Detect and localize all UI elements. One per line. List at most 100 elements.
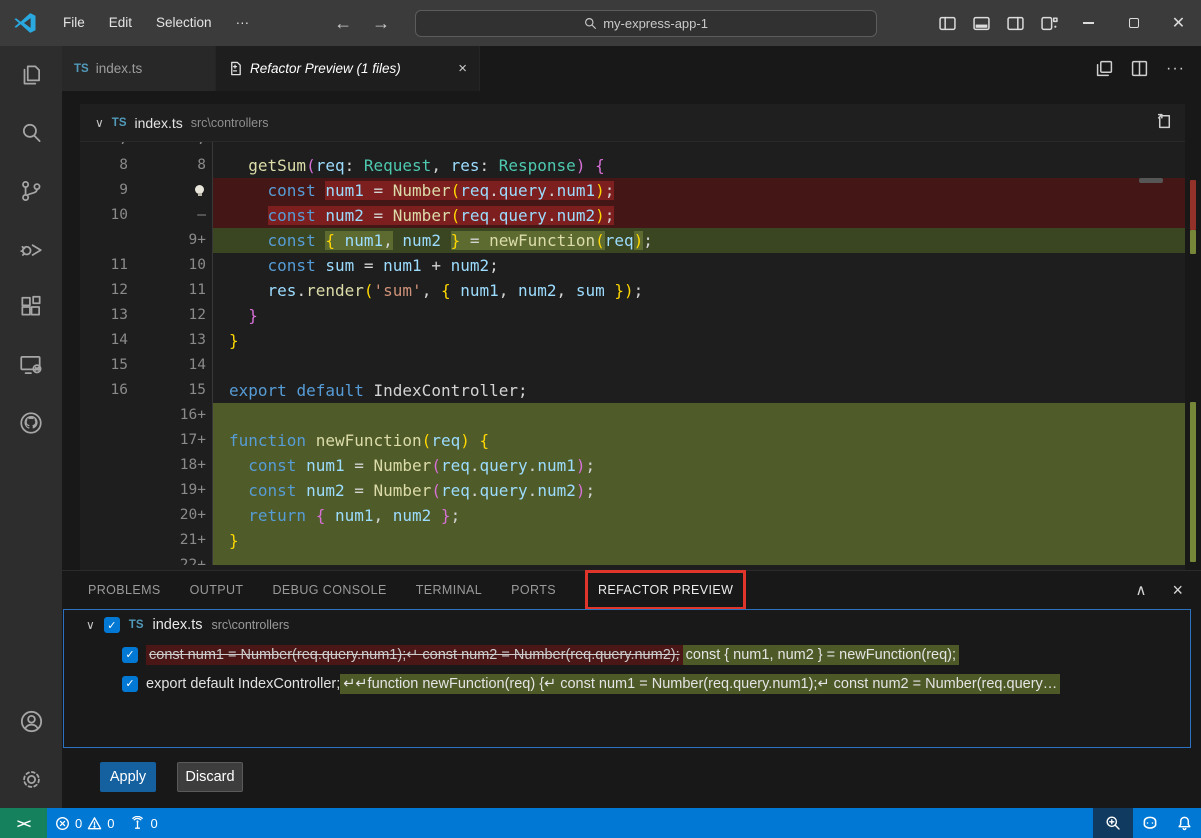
menu-file[interactable]: File (51, 0, 97, 46)
scrollbar-thumb[interactable] (1139, 178, 1163, 183)
activity-bar (0, 46, 62, 808)
maximize-button[interactable] (1111, 0, 1156, 46)
modified-line-number: 22+ (128, 553, 206, 565)
code-line[interactable]: 20+ return { num1, num2 }; (80, 503, 1185, 528)
menu-edit[interactable]: Edit (97, 0, 144, 46)
code-line[interactable]: 1211 res.render('sum', { num1, num2, sum… (80, 278, 1185, 303)
tree-file-row[interactable]: ∨ ✓ TS index.ts src\controllers (64, 610, 1190, 640)
code-line[interactable]: 1312 } (80, 303, 1185, 328)
github-icon[interactable] (0, 394, 62, 452)
diff-file-header[interactable]: ∨ TS index.ts src\controllers (80, 104, 1185, 142)
original-line-number: 13 (80, 303, 128, 328)
apply-button[interactable]: Apply (100, 762, 156, 792)
collapse-chevron-icon[interactable]: ∨ (95, 116, 104, 130)
editor-more-actions-icon[interactable]: ··· (1166, 60, 1185, 78)
search-sidebar-icon[interactable] (0, 104, 62, 162)
editor-tabs: TS index.ts Refactor Preview (1 files) ×… (62, 46, 1201, 91)
modified-line-number: 15 (128, 378, 206, 403)
toggle-secondary-sidebar-icon[interactable] (998, 0, 1032, 46)
customize-layout-icon[interactable] (1032, 0, 1066, 46)
tab-problems[interactable]: PROBLEMS (88, 583, 161, 597)
original-line-number (80, 228, 128, 253)
menu-more[interactable]: ··· (224, 0, 262, 46)
vscode-logo-icon (13, 11, 37, 35)
menu-selection[interactable]: Selection (144, 0, 224, 46)
modified-line-number: 12 (128, 303, 206, 328)
modified-line-number: 9+ (128, 228, 206, 253)
ts-file-icon: TS (74, 63, 89, 75)
original-line-number (80, 478, 128, 503)
copilot-icon[interactable] (1133, 808, 1167, 838)
code-text (212, 142, 1185, 153)
search-icon (584, 17, 597, 30)
modified-line-number: 14 (128, 353, 206, 378)
code-line[interactable]: 10— const num2 = Number(req.query.num2); (80, 203, 1185, 228)
tab-close-icon[interactable]: × (458, 60, 467, 77)
code-line[interactable]: 88 getSum(req: Request, res: Response) { (80, 153, 1185, 178)
remote-indicator[interactable]: >< (0, 808, 47, 838)
code-line[interactable]: 16+ (80, 403, 1185, 428)
discard-button[interactable]: Discard (177, 762, 243, 792)
extensions-icon[interactable] (0, 278, 62, 336)
tab-debug-console[interactable]: DEBUG CONSOLE (272, 583, 386, 597)
code-text: const sum = num1 + num2; (212, 253, 1185, 278)
code-line[interactable]: 1514 (80, 353, 1185, 378)
tab-label: Refactor Preview (1 files) (250, 61, 401, 76)
command-center-search[interactable]: my-express-app-1 (415, 10, 877, 37)
code-line[interactable]: 19+ const num2 = Number(req.query.num2); (80, 478, 1185, 503)
ports-count: 0 (150, 816, 157, 831)
tab-refactor-preview[interactable]: Refactor Preview (1 files) × (216, 46, 480, 91)
toggle-panel-icon[interactable] (964, 0, 998, 46)
tab-terminal[interactable]: TERMINAL (416, 583, 482, 597)
settings-gear-icon[interactable] (0, 750, 62, 808)
split-editor-icon[interactable] (1131, 60, 1148, 77)
change-checkbox[interactable]: ✓ (122, 647, 138, 663)
notifications-bell-icon[interactable] (1167, 808, 1201, 838)
file-checkbox[interactable]: ✓ (104, 617, 120, 633)
original-line-number (80, 403, 128, 428)
ports-status[interactable]: 0 (122, 808, 165, 838)
close-button[interactable]: ✕ (1156, 0, 1201, 46)
ts-file-icon: TS (112, 117, 127, 129)
panel-maximize-icon[interactable]: ∧ (1136, 581, 1147, 599)
tab-refactor-preview-panel[interactable]: REFACTOR PREVIEW (598, 583, 733, 597)
code-line[interactable]: 21+} (80, 528, 1185, 553)
code-line[interactable]: 77 (80, 142, 1185, 153)
tree-expand-chevron-icon[interactable]: ∨ (86, 618, 95, 632)
code-line[interactable]: 9 const num1 = Number(req.query.num1); (80, 178, 1185, 203)
open-changes-icon[interactable] (1096, 60, 1113, 77)
tab-ports[interactable]: PORTS (511, 583, 556, 597)
change-checkbox[interactable]: ✓ (122, 676, 138, 692)
zoom-status-button[interactable] (1093, 808, 1133, 838)
tab-index-ts[interactable]: TS index.ts (62, 46, 216, 91)
remote-explorer-icon[interactable] (0, 336, 62, 394)
back-arrow-icon[interactable]: ← (331, 13, 355, 34)
accounts-icon[interactable] (0, 692, 62, 750)
code-line[interactable]: 17+function newFunction(req) { (80, 428, 1185, 453)
modified-line-number: 18+ (128, 453, 206, 478)
code-text: return { num1, num2 }; (212, 503, 1185, 528)
minimize-button[interactable] (1066, 0, 1111, 46)
forward-arrow-icon[interactable]: → (369, 13, 393, 34)
tree-change-row[interactable]: ✓ const num1 = Number(req.query.num1);↵ … (64, 640, 1190, 669)
added-text: ↵↵function newFunction(req) {↵ const num… (340, 674, 1060, 694)
source-control-icon[interactable] (0, 162, 62, 220)
explorer-icon[interactable] (0, 46, 62, 104)
toggle-primary-sidebar-icon[interactable] (930, 0, 964, 46)
problems-status[interactable]: 0 0 (47, 808, 122, 838)
code-text (212, 403, 1185, 428)
code-line[interactable]: 1615export default IndexController; (80, 378, 1185, 403)
code-line[interactable]: 1110 const sum = num1 + num2; (80, 253, 1185, 278)
tab-output[interactable]: OUTPUT (190, 583, 244, 597)
code-line[interactable]: 22+ (80, 553, 1185, 565)
open-file-icon[interactable] (1156, 112, 1173, 134)
title-bar: File Edit Selection ··· ← → my-express-a… (0, 0, 1201, 46)
code-line[interactable]: 9+ const { num1, num2 } = newFunction(re… (80, 228, 1185, 253)
modified-line-number: 10 (128, 253, 206, 278)
tree-change-row[interactable]: ✓ export default IndexController;↵↵funct… (64, 669, 1190, 698)
code-line[interactable]: 18+ const num1 = Number(req.query.num1); (80, 453, 1185, 478)
unchanged-text: export default IndexController; (146, 676, 340, 692)
run-debug-icon[interactable] (0, 220, 62, 278)
code-line[interactable]: 1413} (80, 328, 1185, 353)
panel-close-icon[interactable]: × (1172, 580, 1183, 601)
